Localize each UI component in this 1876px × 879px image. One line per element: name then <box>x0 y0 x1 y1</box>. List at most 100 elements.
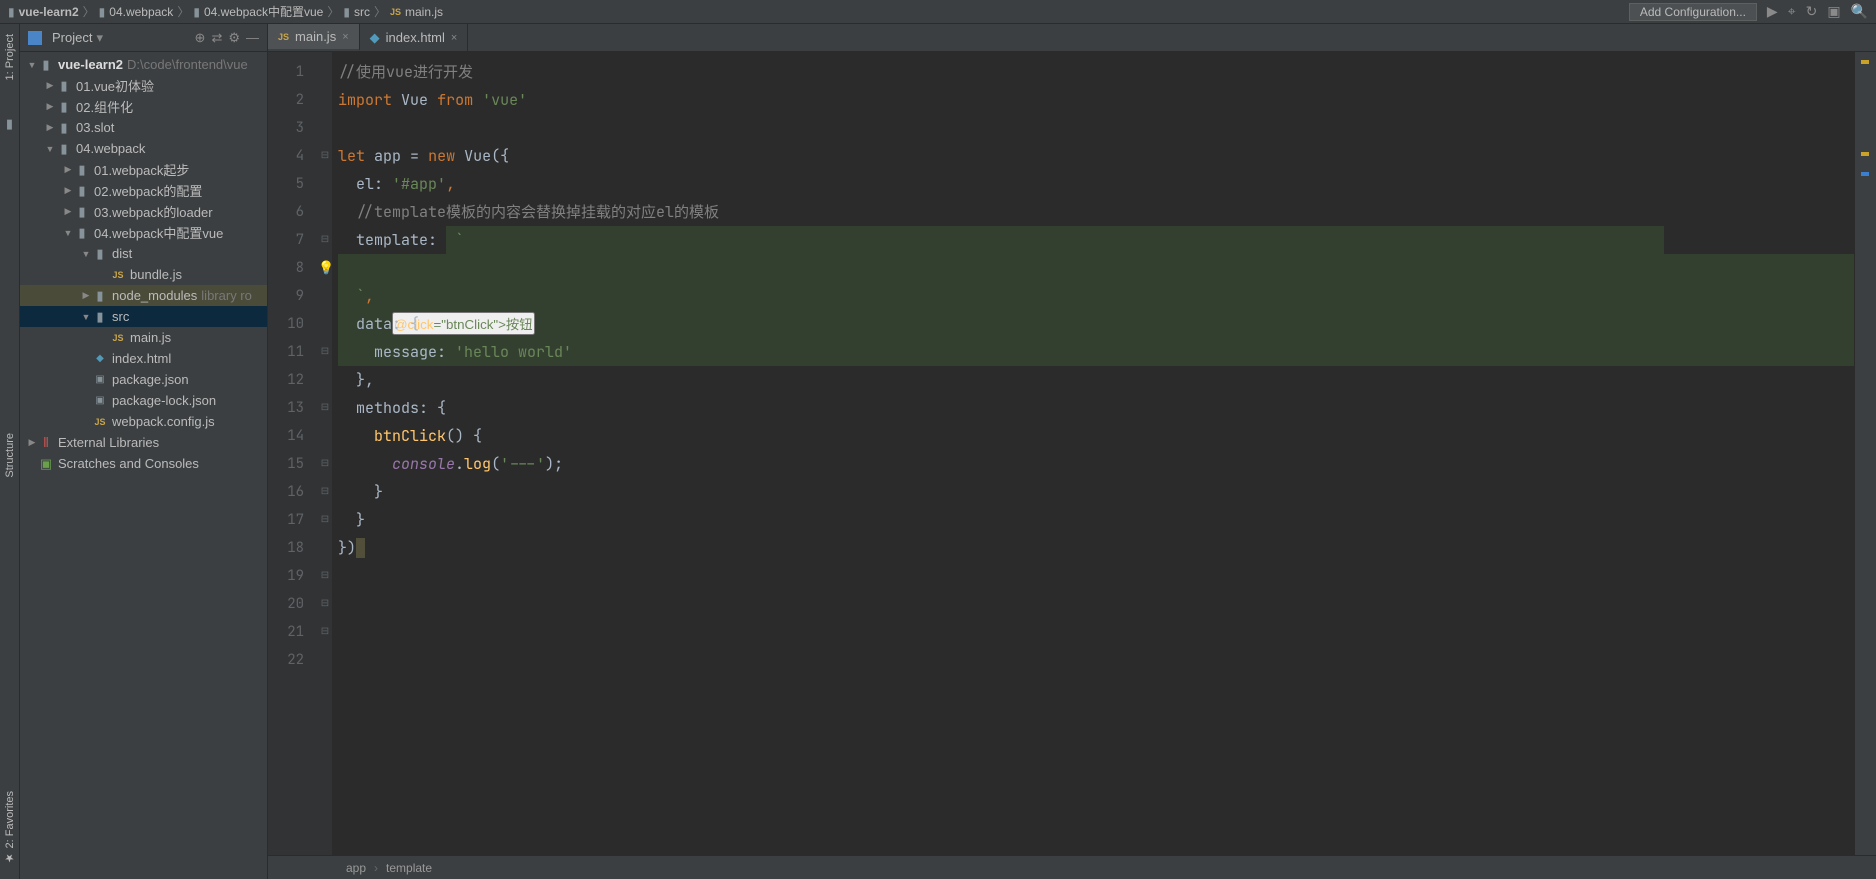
crumb[interactable]: template <box>386 861 432 875</box>
gear-icon[interactable]: ⚙ <box>228 30 240 46</box>
line-number[interactable]: 10 <box>268 310 304 338</box>
fold-toggle[interactable] <box>318 114 332 142</box>
scratches[interactable]: ▣Scratches and Consoles <box>20 453 267 474</box>
tree-item[interactable]: ▶▮03.slot <box>20 117 267 138</box>
fold-toggle[interactable] <box>318 646 332 674</box>
project-tool-tab[interactable]: 1: Project <box>2 28 18 86</box>
fold-toggle[interactable]: 💡 <box>318 254 332 282</box>
project-tree[interactable]: ▼▮vue-learn2D:\code\frontend\vue▶▮01.vue… <box>20 52 267 879</box>
favorites-tool-tab[interactable]: ★ 2: Favorites <box>1 785 18 871</box>
breadcrumb-item[interactable]: JS main.js <box>390 5 443 19</box>
error-stripe[interactable] <box>1854 52 1876 855</box>
tree-item[interactable]: ▼▮04.webpack <box>20 138 267 159</box>
run-icon[interactable]: ▶ <box>1767 3 1778 20</box>
fold-toggle[interactable] <box>318 86 332 114</box>
tree-item[interactable]: ▶▮01.webpack起步 <box>20 159 267 180</box>
settings-icon[interactable]: ▣ <box>1827 3 1840 20</box>
line-number[interactable]: 19 <box>268 562 304 590</box>
expand-icon[interactable]: ⇄ <box>211 30 222 46</box>
tree-item[interactable]: JSmain.js <box>20 327 267 348</box>
editor-tab[interactable]: JSmain.js× <box>268 24 360 51</box>
fold-toggle[interactable]: ⊟ <box>318 142 332 170</box>
line-number[interactable]: 22 <box>268 646 304 674</box>
minimize-icon[interactable]: — <box>246 30 259 45</box>
info-marker[interactable] <box>1861 172 1869 176</box>
external-libraries[interactable]: ▶⫴External Libraries <box>20 432 267 453</box>
line-number[interactable]: 13 <box>268 394 304 422</box>
tab-label: index.html <box>386 30 445 45</box>
fold-toggle[interactable]: ⊟ <box>318 506 332 534</box>
line-number[interactable]: 15 <box>268 450 304 478</box>
line-number[interactable]: 4 <box>268 142 304 170</box>
line-number[interactable]: 5 <box>268 170 304 198</box>
tree-item[interactable]: ▶▮02.webpack的配置 <box>20 180 267 201</box>
line-number[interactable]: 18 <box>268 534 304 562</box>
line-number-gutter[interactable]: 12345678910111213141516171819202122 <box>268 52 318 855</box>
tree-item[interactable]: ▣package-lock.json <box>20 390 267 411</box>
stop-icon[interactable]: ↻ <box>1806 3 1818 20</box>
line-number[interactable]: 2 <box>268 86 304 114</box>
tree-item[interactable]: JSbundle.js <box>20 264 267 285</box>
debug-icon[interactable]: ⌖ <box>1788 3 1796 20</box>
fold-toggle[interactable] <box>318 170 332 198</box>
line-number[interactable]: 14 <box>268 422 304 450</box>
fold-toggle[interactable]: ⊟ <box>318 590 332 618</box>
fold-toggle[interactable] <box>318 422 332 450</box>
breadcrumb-item[interactable]: ▮04.webpack <box>99 5 174 19</box>
close-icon[interactable]: × <box>342 31 348 43</box>
code-breadcrumb[interactable]: app › template <box>268 855 1876 879</box>
line-number[interactable]: 9 <box>268 282 304 310</box>
tree-item[interactable]: ▼▮src <box>20 306 267 327</box>
fold-toggle[interactable]: ⊟ <box>318 478 332 506</box>
line-number[interactable]: 8 <box>268 254 304 282</box>
tree-item[interactable]: ▶▮03.webpack的loader <box>20 201 267 222</box>
line-number[interactable]: 1 <box>268 58 304 86</box>
tree-item[interactable]: JSwebpack.config.js <box>20 411 267 432</box>
add-configuration-button[interactable]: Add Configuration... <box>1629 3 1757 21</box>
tree-item[interactable]: ▶▮02.组件化 <box>20 96 267 117</box>
tree-root[interactable]: ▼▮vue-learn2D:\code\frontend\vue <box>20 54 267 75</box>
fold-toggle[interactable]: ⊟ <box>318 450 332 478</box>
fold-gutter[interactable]: ⊟⊟💡⊟⊟⊟⊟⊟⊟⊟⊟ <box>318 52 332 855</box>
fold-toggle[interactable] <box>318 366 332 394</box>
fold-toggle[interactable] <box>318 198 332 226</box>
locate-icon[interactable]: ⊕ <box>195 30 206 46</box>
breadcrumb-item[interactable]: ▮04.webpack中配置vue <box>193 3 323 20</box>
fold-toggle[interactable]: ⊟ <box>318 562 332 590</box>
tree-item[interactable]: ▶▮node_moduleslibrary ro <box>20 285 267 306</box>
close-icon[interactable]: × <box>451 32 457 44</box>
tree-item[interactable]: ▶▮01.vue初体验 <box>20 75 267 96</box>
line-number[interactable]: 20 <box>268 590 304 618</box>
line-number[interactable]: 17 <box>268 506 304 534</box>
line-number[interactable]: 3 <box>268 114 304 142</box>
warning-marker[interactable] <box>1861 60 1869 64</box>
editor-tabs: JSmain.js×◆index.html× <box>268 24 1876 52</box>
tree-item[interactable]: ▼▮04.webpack中配置vue <box>20 222 267 243</box>
line-number[interactable]: 21 <box>268 618 304 646</box>
line-number[interactable]: 7 <box>268 226 304 254</box>
fold-toggle[interactable] <box>318 282 332 310</box>
editor-tab[interactable]: ◆index.html× <box>360 24 469 51</box>
line-number[interactable]: 6 <box>268 198 304 226</box>
fold-toggle[interactable]: ⊟ <box>318 226 332 254</box>
line-number[interactable]: 16 <box>268 478 304 506</box>
fold-toggle[interactable]: ⊟ <box>318 338 332 366</box>
fold-toggle[interactable] <box>318 534 332 562</box>
search-icon[interactable]: 🔍 <box>1851 3 1868 20</box>
structure-tool-tab[interactable]: Structure <box>2 427 18 484</box>
fold-toggle[interactable]: ⊟ <box>318 394 332 422</box>
tree-item[interactable]: ▣package.json <box>20 369 267 390</box>
warning-marker[interactable] <box>1861 152 1869 156</box>
fold-toggle[interactable] <box>318 310 332 338</box>
breadcrumb-item[interactable]: ▮vue-learn2 <box>8 5 79 19</box>
fold-toggle[interactable]: ⊟ <box>318 618 332 646</box>
line-number[interactable]: 11 <box>268 338 304 366</box>
code-editor[interactable]: //使用vue进行开发import Vue from 'vue'let app … <box>332 52 1854 855</box>
fold-toggle[interactable] <box>318 58 332 86</box>
crumb[interactable]: app <box>346 861 366 875</box>
breadcrumb-item[interactable]: ▮src <box>343 5 370 19</box>
tree-item[interactable]: ◆index.html <box>20 348 267 369</box>
project-title[interactable]: Project ▾ <box>52 30 189 46</box>
line-number[interactable]: 12 <box>268 366 304 394</box>
tree-item[interactable]: ▼▮dist <box>20 243 267 264</box>
